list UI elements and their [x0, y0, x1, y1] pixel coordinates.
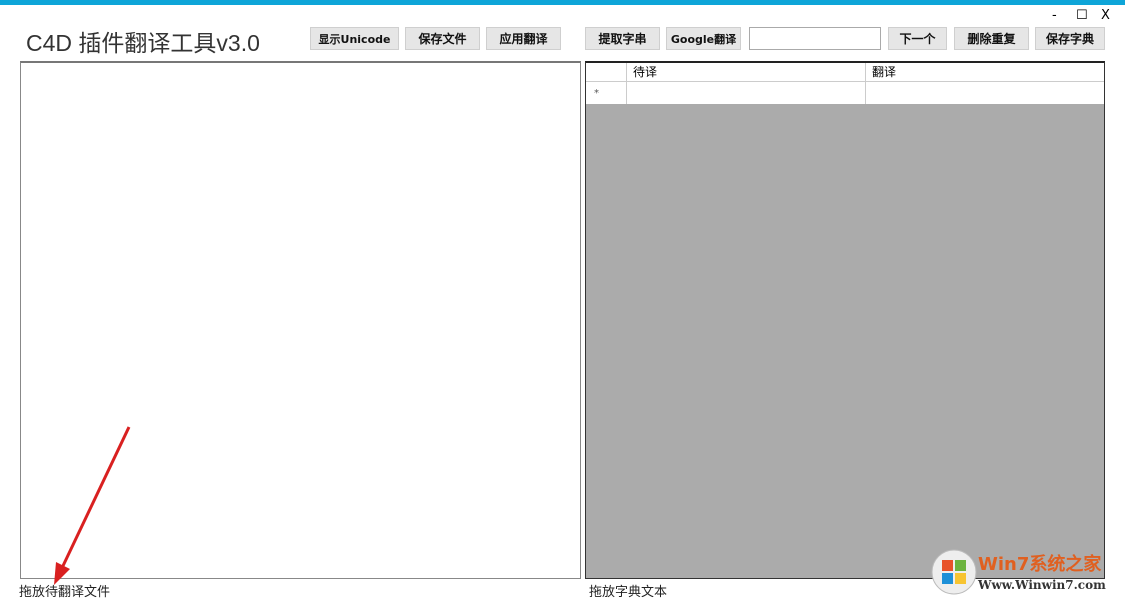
watermark-brand: Win7系统之家 — [978, 550, 1101, 576]
watermark-url: Www.Winwin7.com — [978, 578, 1106, 592]
red-arrow-annotation — [0, 0, 1125, 600]
watermark-logo: Win7系统之家 Www.Winwin7.com — [930, 546, 1120, 596]
windows-logo-icon — [930, 546, 980, 596]
